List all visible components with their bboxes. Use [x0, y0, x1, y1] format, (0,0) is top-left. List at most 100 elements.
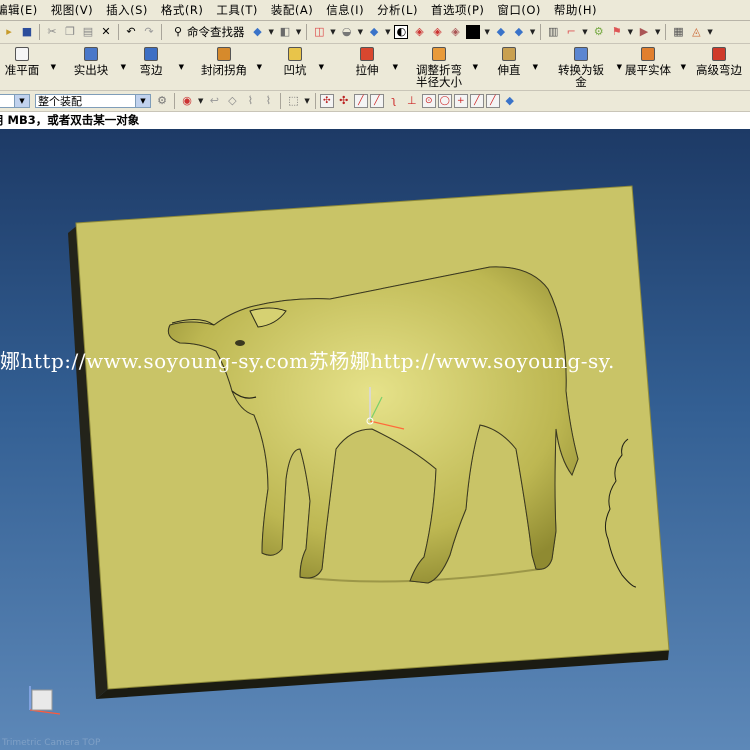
feature-button-2[interactable]: 弯边 ▼ — [128, 44, 184, 90]
plate-top-face[interactable] — [75, 185, 670, 690]
redo-icon[interactable]: ↷ — [142, 25, 156, 39]
feature-label: 凹坑 — [283, 63, 307, 77]
dropdown-arrow[interactable]: ▼ — [121, 63, 126, 71]
dropdown-arrow[interactable]: ▼ — [484, 28, 489, 36]
feature-button-3[interactable]: 封闭拐角 ▼ — [196, 44, 262, 90]
dropdown-arrow[interactable]: ▼ — [393, 63, 398, 71]
snap-point-on-curve-icon[interactable]: ╱ — [469, 94, 484, 108]
menu-item-4[interactable]: 工具(T) — [210, 2, 265, 18]
menu-item-0[interactable]: 编辑(E) — [0, 2, 45, 18]
dropdown-arrow[interactable]: ▼ — [530, 28, 535, 36]
snap-endpoint-icon[interactable]: ✣ — [319, 94, 334, 108]
feature-button-1[interactable]: 实出块 ▼ — [66, 44, 126, 90]
dropdown-arrow[interactable]: ▼ — [198, 97, 203, 105]
dropdown-arrow[interactable]: ▼ — [330, 28, 335, 36]
menu-item-10[interactable]: 帮助(H) — [548, 2, 604, 18]
select-body-icon[interactable]: ◇ — [225, 94, 239, 108]
sketch-icon[interactable]: ◫ — [312, 25, 326, 39]
chevron-down-icon[interactable]: ▼ — [14, 95, 29, 107]
shade-icon[interactable]: ◒ — [340, 25, 354, 39]
dropdown-arrow[interactable]: ▼ — [358, 28, 363, 36]
feature-button-10[interactable]: 高级弯边▼ — [690, 44, 748, 90]
dropdown-arrow[interactable]: ▼ — [628, 28, 633, 36]
menu-item-5[interactable]: 装配(A) — [265, 2, 320, 18]
dropdown-arrow[interactable]: ▼ — [296, 28, 301, 36]
dropdown-arrow[interactable]: ▼ — [51, 63, 56, 71]
dropdown-arrow[interactable]: ▼ — [257, 63, 262, 71]
graphics-viewport[interactable]: 娜http://www.soyoung-sy.com苏杨娜http://www.… — [0, 129, 750, 750]
undo-icon[interactable]: ↶ — [124, 25, 138, 39]
wcs-icon[interactable]: ▥ — [546, 25, 560, 39]
snap-perpendicular-icon[interactable]: ⊥ — [405, 94, 419, 108]
menu-item-7[interactable]: 分析(L) — [371, 2, 425, 18]
dropdown-arrow[interactable]: ▼ — [385, 28, 390, 36]
snap-quadrant-icon[interactable]: ◯ — [437, 94, 452, 108]
view-icon[interactable]: ◆ — [512, 25, 526, 39]
wire-shaded-icon[interactable]: ◈ — [430, 25, 444, 39]
delete-icon[interactable]: ✕ — [99, 25, 113, 39]
feature-button-7[interactable]: 伸直 ▼ — [490, 44, 538, 90]
background-icon[interactable] — [466, 25, 481, 39]
selection-toolbar: ▼ 整个装配 ▼ ⚙ ◉ ▼ ↩ ◇ ⌇ ⌇ ⬚ ▼ ✣ ✣ ╱ ╱ ʅ ⊥ ⊙… — [0, 91, 750, 112]
render-style-icon[interactable]: ◐ — [394, 25, 409, 39]
open-icon[interactable]: ▸ — [2, 25, 16, 39]
snap-midpoint-icon[interactable]: ╱ — [369, 94, 384, 108]
feature-button-8[interactable]: 转换为钣金 ▼ — [550, 44, 622, 90]
feature-label: 准平面 — [4, 63, 40, 77]
dropdown-arrow[interactable]: ▼ — [304, 97, 309, 105]
select-face-icon[interactable]: ⌇ — [243, 94, 257, 108]
dropdown-arrow[interactable]: ▼ — [582, 28, 587, 36]
paste-icon[interactable]: ▤ — [81, 25, 95, 39]
menu-item-8[interactable]: 首选项(P) — [425, 2, 491, 18]
table-icon[interactable]: ▦ — [671, 25, 685, 39]
menu-item-9[interactable]: 窗口(O) — [491, 2, 548, 18]
menu-item-2[interactable]: 插入(S) — [100, 2, 155, 18]
save-icon[interactable]: ■ — [20, 25, 34, 39]
tools-icon[interactable]: ⚙ — [592, 25, 606, 39]
snap-face-icon[interactable]: ╱ — [485, 94, 500, 108]
ruler-icon[interactable]: ◬ — [689, 25, 703, 39]
wcs-orient-icon[interactable]: ⌐ — [564, 25, 578, 39]
feature-button-5[interactable]: 拉伸 ▼ — [346, 44, 398, 90]
box-view-icon[interactable]: ◆ — [367, 25, 381, 39]
orient-icon[interactable]: ◆ — [494, 25, 508, 39]
dropdown-arrow[interactable]: ▼ — [707, 28, 712, 36]
snap-icon[interactable]: ✣ — [337, 94, 351, 108]
snap-center-icon[interactable]: ⊙ — [421, 94, 436, 108]
measure-icon[interactable]: ⚑ — [610, 25, 624, 39]
snap-curve-icon[interactable]: ʅ — [387, 94, 401, 108]
selection-mode-icon[interactable]: ◉ — [180, 94, 194, 108]
dropdown-arrow[interactable]: ▼ — [319, 63, 324, 71]
arrow-icon[interactable]: ↩ — [207, 94, 221, 108]
type-filter-select[interactable]: ▼ — [0, 94, 30, 108]
dropdown-arrow[interactable]: ▼ — [179, 63, 184, 71]
feature-button-6[interactable]: 调整折弯 半径大小 ▼ — [410, 44, 478, 90]
menu-item-6[interactable]: 信息(I) — [320, 2, 371, 18]
menu-item-1[interactable]: 视图(V) — [45, 2, 100, 18]
cube-view-icon[interactable]: ◆ — [251, 25, 265, 39]
dropdown-arrow[interactable]: ▼ — [681, 63, 686, 71]
chevron-down-icon[interactable]: ▼ — [135, 95, 150, 107]
dropdown-arrow[interactable]: ▼ — [533, 63, 538, 71]
feature-button-4[interactable]: 凹坑 ▼ — [276, 44, 324, 90]
menu-item-3[interactable]: 格式(R) — [155, 2, 210, 18]
face-analysis-icon[interactable]: ◈ — [448, 25, 462, 39]
dropdown-arrow[interactable]: ▼ — [473, 63, 478, 71]
snap-intersection-icon[interactable]: + — [453, 94, 468, 108]
shaded-icon[interactable]: ◈ — [412, 25, 426, 39]
snap-line-icon[interactable]: ╱ — [353, 94, 368, 108]
cut-icon[interactable]: ✂ — [45, 25, 59, 39]
feature-button-9[interactable]: 展平实体 ▼ — [620, 44, 686, 90]
play-icon[interactable]: ▶ — [637, 25, 651, 39]
box-select-icon[interactable]: ⬚ — [286, 94, 300, 108]
feature-button-0[interactable]: 准平面 ▼ — [0, 44, 56, 90]
command-finder-button[interactable]: ⚲ 命令查找器 — [169, 24, 245, 40]
dropdown-arrow[interactable]: ▼ — [269, 28, 274, 36]
snap-bounded-icon[interactable]: ◆ — [503, 94, 517, 108]
scope-select[interactable]: 整个装配 ▼ — [35, 94, 151, 108]
dropdown-arrow[interactable]: ▼ — [655, 28, 660, 36]
layer-icon[interactable]: ◧ — [278, 25, 292, 39]
copy-icon[interactable]: ❐ — [63, 25, 77, 39]
select-edge-icon[interactable]: ⌇ — [261, 94, 275, 108]
filter-settings-icon[interactable]: ⚙ — [155, 94, 169, 108]
